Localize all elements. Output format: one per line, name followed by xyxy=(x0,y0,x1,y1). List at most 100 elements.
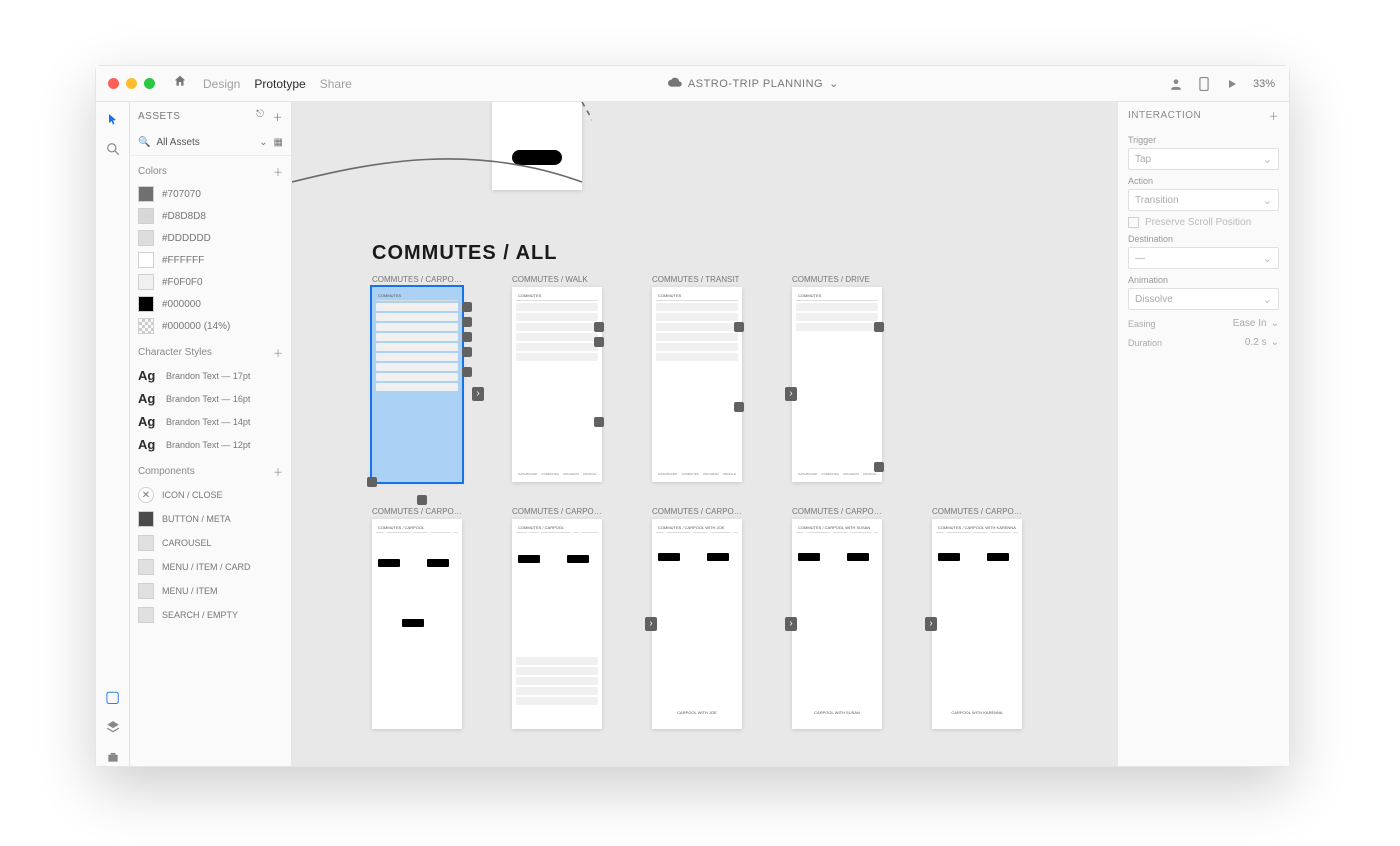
component-item[interactable]: CAROUSEL xyxy=(130,531,291,555)
wire-handle[interactable] xyxy=(734,402,744,412)
lets-go-button[interactable] xyxy=(512,150,562,165)
component-item[interactable]: ✕ICON / CLOSE xyxy=(130,483,291,507)
home-icon[interactable] xyxy=(173,74,187,93)
assets-title: ASSETS xyxy=(138,111,180,122)
component-item[interactable]: BUTTON / META xyxy=(130,507,291,531)
wire-arrow[interactable] xyxy=(785,387,797,401)
color-swatch[interactable]: #000000 (14%) xyxy=(130,315,291,337)
wire-handle[interactable] xyxy=(462,332,472,342)
character-style[interactable]: AgBrandon Text — 16pt xyxy=(130,387,291,410)
wire-handle[interactable] xyxy=(874,462,884,472)
artboard-carpool-map[interactable]: COMMUTES / CARPOOL xyxy=(372,519,462,729)
character-style[interactable]: AgBrandon Text — 14pt xyxy=(130,410,291,433)
add-color-icon[interactable]: ＋ xyxy=(273,164,283,179)
canvas[interactable]: COMMUTES / ALL COMMUTES / CARPO… COMMUTE… xyxy=(292,102,1117,766)
section-components: Components ＋ xyxy=(130,456,291,483)
artboard-carpool-map[interactable]: COMMUTES / CARPOOL WITH SUSAN CARPOOL WI… xyxy=(792,519,882,729)
artboard-label[interactable]: COMMUTES / DRIVE xyxy=(792,275,870,284)
wire-handle[interactable] xyxy=(462,302,472,312)
tab-design[interactable]: Design xyxy=(203,77,240,91)
action-label: Action xyxy=(1128,176,1279,186)
artboard-label[interactable]: COMMUTES / CARPO… xyxy=(512,507,602,516)
preserve-scroll-label: Preserve Scroll Position xyxy=(1145,217,1251,228)
user-icon[interactable] xyxy=(1169,77,1183,91)
component-item[interactable]: MENU / ITEM xyxy=(130,579,291,603)
preserve-scroll-checkbox[interactable]: Preserve Scroll Position xyxy=(1128,217,1279,228)
assets-panel: ASSETS ⎋ ＋ 🔍 All Assets ⌄ ▦ Colors ＋ #70… xyxy=(130,102,292,766)
tab-prototype[interactable]: Prototype xyxy=(254,77,305,91)
document-title[interactable]: ASTRO-TRIP PLANNING ⌄ xyxy=(352,77,1155,90)
wire-handle[interactable] xyxy=(367,477,377,487)
animation-select[interactable]: Dissolve xyxy=(1128,288,1279,310)
close-window-button[interactable] xyxy=(108,78,119,89)
wire-handle[interactable] xyxy=(417,495,427,505)
layers-icon[interactable] xyxy=(104,718,122,736)
artboard-label[interactable]: COMMUTES / CARPO… xyxy=(372,507,462,516)
assets-add-icon[interactable]: ＋ xyxy=(273,109,284,124)
color-swatch[interactable]: #DDDDDD xyxy=(130,227,291,249)
wire-handle[interactable] xyxy=(594,322,604,332)
artboard-carpool-map[interactable]: COMMUTES / CARPOOL WITH JOE CARPOOL WITH… xyxy=(652,519,742,729)
device-preview-icon[interactable] xyxy=(1197,77,1211,91)
character-style[interactable]: AgBrandon Text — 17pt xyxy=(130,364,291,387)
destination-label: Destination xyxy=(1128,234,1279,244)
color-swatch[interactable]: #F0F0F0 xyxy=(130,271,291,293)
wire-handle[interactable] xyxy=(462,347,472,357)
artboard-commutes-walk[interactable]: COMMUTES DASHBOARDCOMMUTESPROGRAMPROFILE xyxy=(512,287,602,482)
artboard-commutes-drive[interactable]: COMMUTES DASHBOARDCOMMUTESPROGRAMPROFILE xyxy=(792,287,882,482)
add-character-icon[interactable]: ＋ xyxy=(273,345,283,360)
add-component-icon[interactable]: ＋ xyxy=(273,464,283,479)
color-swatch[interactable]: #000000 xyxy=(130,293,291,315)
character-style[interactable]: AgBrandon Text — 12pt xyxy=(130,433,291,456)
artboard-label[interactable]: COMMUTES / CARPO… xyxy=(652,507,742,516)
color-swatch[interactable]: #D8D8D8 xyxy=(130,205,291,227)
wire-arrow[interactable] xyxy=(645,617,657,631)
tab-share[interactable]: Share xyxy=(320,77,352,91)
action-select[interactable]: Transition xyxy=(1128,189,1279,211)
wire-arrow[interactable] xyxy=(785,617,797,631)
search-icon[interactable] xyxy=(104,140,122,158)
libraries-icon[interactable] xyxy=(104,748,122,766)
zoom-level[interactable]: 33% xyxy=(1253,78,1275,90)
minimize-window-button[interactable] xyxy=(126,78,137,89)
artboard-label[interactable]: COMMUTES / TRANSIT xyxy=(652,275,739,284)
artboard-carpool-map[interactable]: COMMUTES / CARPOOL WITH KARENNA CARPOOL … xyxy=(932,519,1022,729)
artboard-commutes-carpool[interactable]: COMMUTES xyxy=(372,287,462,482)
color-swatch[interactable]: #707070 xyxy=(130,183,291,205)
component-item[interactable]: MENU / ITEM / CARD xyxy=(130,555,291,579)
easing-select[interactable]: Ease In⌄ xyxy=(1233,318,1279,329)
maximize-window-button[interactable] xyxy=(144,78,155,89)
destination-select[interactable]: — xyxy=(1128,247,1279,269)
wire-arrow[interactable] xyxy=(925,617,937,631)
titlebar-left: Design Prototype Share xyxy=(167,74,352,93)
wire-handle[interactable] xyxy=(594,337,604,347)
easing-row: Easing Ease In⌄ xyxy=(1128,318,1279,329)
wire-handle[interactable] xyxy=(734,322,744,332)
artboard-carpool-map[interactable]: COMMUTES / CARPOOL xyxy=(512,519,602,729)
component-item[interactable]: SEARCH / EMPTY xyxy=(130,603,291,627)
assets-filter[interactable]: 🔍 All Assets ⌄ ▦ xyxy=(130,130,291,156)
assets-link-icon[interactable]: ⎋ xyxy=(256,109,264,124)
artboard-label[interactable]: COMMUTES / CARPO… xyxy=(932,507,1022,516)
titlebar: Design Prototype Share ASTRO-TRIP PLANNI… xyxy=(96,66,1289,102)
artboard-commutes-transit[interactable]: COMMUTES DASHBOARDCOMMUTESPROGRAMPROFILE xyxy=(652,287,742,482)
section-character-label: Character Styles xyxy=(138,347,212,358)
wire-handle[interactable] xyxy=(874,322,884,332)
play-icon[interactable] xyxy=(1225,77,1239,91)
add-interaction-icon[interactable]: ＋ xyxy=(1269,108,1280,123)
duration-field[interactable]: 0.2 s⌄ xyxy=(1245,337,1279,348)
artboard-label[interactable]: COMMUTES / CARPO… xyxy=(792,507,882,516)
wire-arrow[interactable] xyxy=(472,387,484,401)
artboard-label[interactable]: COMMUTES / WALK xyxy=(512,275,588,284)
color-swatch[interactable]: #FFFFFF xyxy=(130,249,291,271)
wire-handle[interactable] xyxy=(462,367,472,377)
artboard-label[interactable]: COMMUTES / CARPO… xyxy=(372,275,462,284)
easing-label: Easing xyxy=(1128,319,1156,329)
wire-handle[interactable] xyxy=(594,417,604,427)
trigger-select[interactable]: Tap xyxy=(1128,148,1279,170)
wire-handle[interactable] xyxy=(462,317,472,327)
artboard-tool-icon[interactable]: ▢ xyxy=(104,688,122,706)
select-tool-icon[interactable] xyxy=(104,110,122,128)
grid-view-icon[interactable]: ▦ xyxy=(274,137,283,148)
artboard-onboarding[interactable] xyxy=(492,102,582,190)
